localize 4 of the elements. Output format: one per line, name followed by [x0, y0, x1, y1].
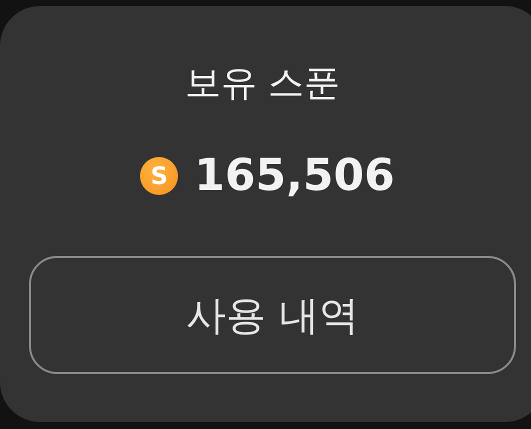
title: 보유 스푼	[184, 62, 340, 106]
balance-amount: 165,506	[194, 150, 395, 202]
usage-history-button[interactable]: 사용 내역	[29, 256, 516, 374]
coin-icon: S	[140, 157, 178, 195]
